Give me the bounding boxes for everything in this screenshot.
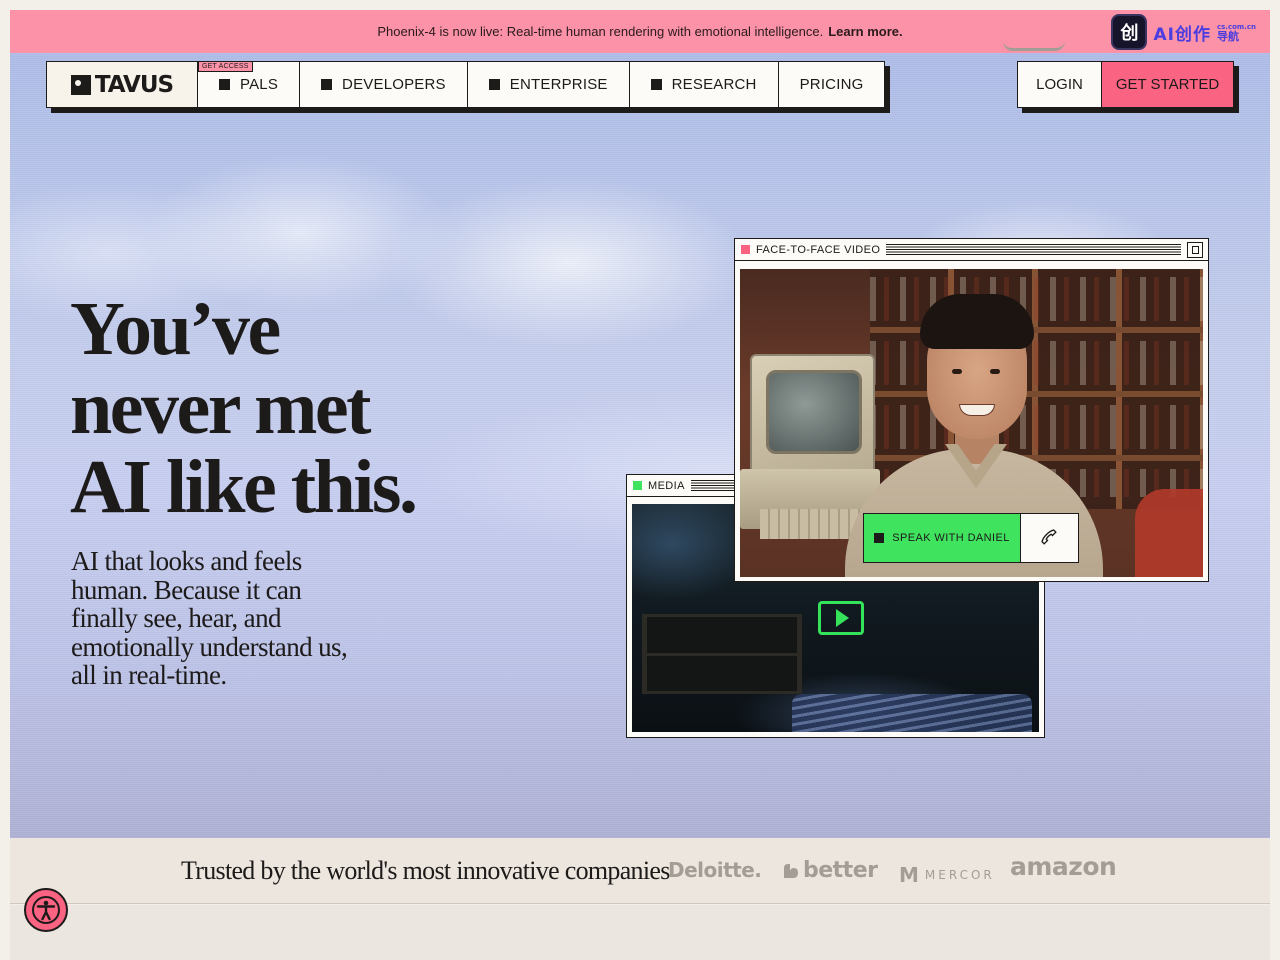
nav-item-pals[interactable]: GET ACCESS PALS: [198, 61, 301, 107]
tavus-logo-icon: [70, 74, 91, 95]
person-hair: [920, 294, 1034, 349]
play-icon[interactable]: [818, 601, 864, 635]
hero-headline: You’ve never met AI like this.: [70, 287, 418, 529]
login-button[interactable]: LOGIN: [1018, 62, 1102, 107]
face-window-title: FACE-TO-FACE VIDEO: [756, 243, 881, 256]
ai-badge-sub: 导航: [1216, 29, 1239, 43]
better-logo: better: [782, 858, 878, 883]
phone-icon: [1040, 529, 1057, 545]
amazon-smile-icon: [1003, 41, 1065, 51]
speak-controls: SPEAK WITH DANIEL: [863, 513, 1079, 563]
accessibility-icon: [32, 896, 60, 924]
room-shelf: [642, 614, 802, 694]
square-icon: [488, 79, 500, 90]
announcement-bar: Phoenix-4 is now live: Real-time human r…: [10, 10, 1270, 53]
person-eye: [990, 369, 1000, 374]
room-bed: [792, 694, 1032, 732]
auth-buttons: LOGIN GET STARTED: [1017, 61, 1234, 108]
status-dot-icon: [741, 245, 750, 254]
announcement-text: Phoenix-4 is now live: Real-time human r…: [377, 24, 824, 39]
deloitte-logo: Deloitte.: [668, 858, 762, 882]
mercor-logo: M MERCOR: [899, 863, 995, 887]
main-nav: TAVUS GET ACCESS PALS DEVELOPERS ENTERPR…: [46, 61, 886, 108]
nav-label: DEVELOPERS: [342, 76, 446, 93]
nav-item-research[interactable]: RESEARCH: [630, 62, 779, 107]
nav-label: PRICING: [799, 76, 864, 93]
square-icon: [874, 533, 885, 543]
nav-item-developers[interactable]: DEVELOPERS: [300, 62, 468, 107]
mercor-logo-text: MERCOR: [924, 868, 995, 882]
trusted-by-strip: Trusted by the world's most innovative c…: [10, 838, 1270, 904]
nav-label: PALS: [240, 76, 279, 93]
better-mark-icon: [784, 863, 798, 878]
ai-nav-badge[interactable]: 创 AI创作 cs.com.cn 导航: [1111, 14, 1256, 50]
call-button[interactable]: [1021, 514, 1078, 562]
face-window-titlebar: FACE-TO-FACE VIDEO: [735, 239, 1208, 261]
red-chair: [1135, 489, 1203, 577]
square-icon: [219, 79, 230, 90]
ai-badge-icon: 创: [1111, 14, 1148, 50]
square-icon: [650, 79, 662, 90]
status-dot-icon: [633, 481, 642, 490]
square-icon: [321, 79, 333, 90]
nav-label: RESEARCH: [671, 76, 757, 93]
trusted-label: Trusted by the world's most innovative c…: [181, 856, 670, 885]
better-logo-text: better: [803, 858, 878, 883]
nav-item-pricing[interactable]: PRICING: [779, 62, 885, 107]
speak-with-daniel-button[interactable]: SPEAK WITH DANIEL: [864, 514, 1021, 562]
person-eye: [952, 369, 962, 374]
accessibility-button[interactable]: [24, 888, 68, 932]
speak-label: SPEAK WITH DANIEL: [892, 532, 1010, 544]
learn-more-link[interactable]: Learn more.: [828, 24, 902, 39]
logo-text: TAVUS: [94, 71, 174, 98]
amazon-logo: amazon: [1010, 852, 1117, 881]
bottom-section: [10, 905, 1270, 960]
media-window-title: MEDIA: [648, 479, 685, 492]
nav-item-enterprise[interactable]: ENTERPRISE: [468, 62, 630, 107]
mercor-mark-icon: M: [899, 863, 919, 887]
tavus-logo[interactable]: TAVUS: [47, 62, 198, 107]
get-access-tag: GET ACCESS: [198, 61, 253, 72]
crt-monitor: [750, 354, 875, 474]
titlebar-stripes: [886, 244, 1181, 255]
nav-label: ENTERPRISE: [509, 76, 608, 93]
maximize-icon[interactable]: [1187, 241, 1203, 258]
get-started-button[interactable]: GET STARTED: [1102, 62, 1233, 107]
hero-subhead: AI that looks and feels human. Because i…: [71, 546, 348, 690]
ai-badge-label: AI创作: [1153, 24, 1211, 45]
